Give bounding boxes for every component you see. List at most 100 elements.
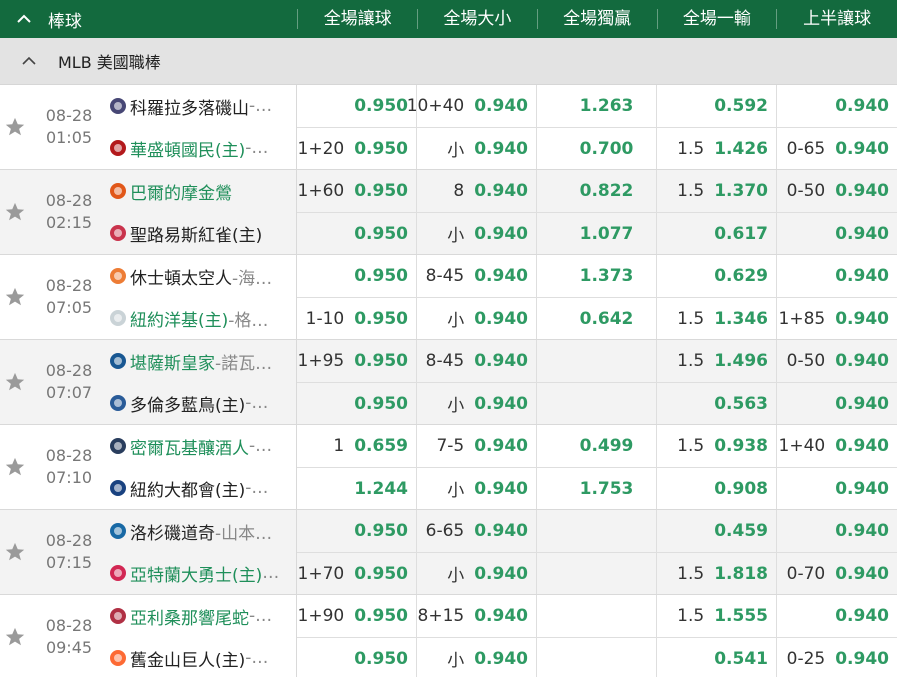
odds-value[interactable]: 0.950 <box>354 181 408 201</box>
odds-cell[interactable]: 0.459 <box>657 510 777 552</box>
odds-cell[interactable]: 8-45 0.940 <box>417 255 537 297</box>
odds-value[interactable]: 0.940 <box>835 181 889 201</box>
odds-value[interactable]: 0.940 <box>474 564 528 584</box>
odds-value[interactable]: 0.940 <box>835 224 889 244</box>
odds-value[interactable]: 0.950 <box>354 564 408 584</box>
odds-cell[interactable]: 1.5 0.938 <box>657 425 777 467</box>
odds-cell[interactable]: 小 0.940 <box>417 553 537 594</box>
favorite-button[interactable] <box>0 340 30 424</box>
odds-value[interactable]: 1.496 <box>714 351 768 371</box>
favorite-button[interactable] <box>0 595 30 677</box>
odds-cell[interactable]: 0.940 <box>777 255 897 297</box>
odds-cell[interactable]: 1.5 1.426 <box>657 128 777 169</box>
odds-cell[interactable]: 1+60 0.950 <box>297 170 417 212</box>
favorite-button[interactable] <box>0 425 30 509</box>
odds-value[interactable]: 0.950 <box>354 266 408 286</box>
odds-cell[interactable]: 0-25 0.940 <box>777 638 897 677</box>
odds-cell[interactable]: 8 0.940 <box>417 170 537 212</box>
odds-value[interactable]: 0.541 <box>714 649 768 669</box>
odds-cell[interactable]: 8+15 0.940 <box>417 595 537 637</box>
odds-cell[interactable]: 1.373 <box>537 255 657 297</box>
odds-cell[interactable]: 1.5 1.818 <box>657 553 777 594</box>
favorite-button[interactable] <box>0 85 30 169</box>
odds-value[interactable]: 0.950 <box>354 224 408 244</box>
odds-cell[interactable]: 1+20 0.950 <box>297 128 417 169</box>
odds-value[interactable]: 0.950 <box>354 351 408 371</box>
collapse-sport-button[interactable] <box>0 14 48 24</box>
odds-cell[interactable]: 小 0.940 <box>417 468 537 509</box>
odds-value[interactable]: 0.659 <box>354 436 408 456</box>
odds-value[interactable]: 0.940 <box>474 436 528 456</box>
odds-cell[interactable]: 0.940 <box>777 85 897 127</box>
odds-value[interactable]: 1.818 <box>714 564 768 584</box>
odds-cell[interactable]: 1+40 0.940 <box>777 425 897 467</box>
odds-value[interactable]: 0.940 <box>835 309 889 329</box>
odds-value[interactable]: 0.950 <box>354 606 408 626</box>
odds-cell[interactable]: 小 0.940 <box>417 128 537 169</box>
odds-cell[interactable]: 1.5 1.496 <box>657 340 777 382</box>
odds-cell[interactable]: 0-65 0.940 <box>777 128 897 169</box>
odds-value[interactable]: 1.244 <box>354 479 408 499</box>
odds-value[interactable]: 0.950 <box>354 309 408 329</box>
odds-cell[interactable]: 0.908 <box>657 468 777 509</box>
odds-value[interactable]: 1.373 <box>580 266 634 286</box>
favorite-button[interactable] <box>0 510 30 594</box>
odds-value[interactable]: 0.938 <box>714 436 768 456</box>
odds-cell[interactable]: 1 0.659 <box>297 425 417 467</box>
odds-value[interactable]: 0.950 <box>354 649 408 669</box>
odds-cell[interactable]: 0.950 <box>297 85 417 127</box>
odds-cell[interactable]: 1.077 <box>537 213 657 254</box>
odds-cell[interactable]: 小 0.940 <box>417 298 537 339</box>
odds-cell[interactable]: 1-10 0.950 <box>297 298 417 339</box>
odds-cell[interactable]: 0.592 <box>657 85 777 127</box>
odds-cell[interactable]: 10+40 0.940 <box>407 85 537 127</box>
favorite-button[interactable] <box>0 170 30 254</box>
odds-value[interactable]: 0.940 <box>835 351 889 371</box>
odds-cell[interactable]: 0.617 <box>657 213 777 254</box>
odds-cell[interactable]: 1+95 0.950 <box>297 340 417 382</box>
odds-cell[interactable]: 0.950 <box>297 510 417 552</box>
odds-cell[interactable]: 0.940 <box>777 510 897 552</box>
odds-value[interactable]: 0.940 <box>474 96 528 116</box>
odds-value[interactable]: 0.629 <box>714 266 768 286</box>
odds-value[interactable]: 0.940 <box>474 181 528 201</box>
odds-cell[interactable]: 0.642 <box>537 298 657 339</box>
odds-cell[interactable]: 8-45 0.940 <box>417 340 537 382</box>
odds-cell[interactable]: 小 0.940 <box>417 383 537 424</box>
odds-cell[interactable]: 0.822 <box>537 170 657 212</box>
odds-cell[interactable]: 6-65 0.940 <box>417 510 537 552</box>
favorite-button[interactable] <box>0 255 30 339</box>
odds-cell[interactable]: 0.940 <box>777 468 897 509</box>
odds-value[interactable]: 0.940 <box>835 266 889 286</box>
odds-value[interactable]: 0.940 <box>474 394 528 414</box>
odds-value[interactable]: 0.940 <box>835 139 889 159</box>
odds-value[interactable]: 0.908 <box>714 479 768 499</box>
odds-value[interactable]: 0.499 <box>580 436 634 456</box>
odds-value[interactable]: 0.459 <box>714 521 768 541</box>
odds-cell[interactable]: 7-5 0.940 <box>417 425 537 467</box>
odds-value[interactable]: 1.555 <box>714 606 768 626</box>
odds-value[interactable]: 0.700 <box>580 139 634 159</box>
odds-cell[interactable]: 0.499 <box>537 425 657 467</box>
odds-value[interactable]: 0.940 <box>835 436 889 456</box>
odds-cell[interactable]: 0.950 <box>297 383 417 424</box>
odds-value[interactable]: 0.940 <box>474 139 528 159</box>
odds-cell[interactable]: 0.700 <box>537 128 657 169</box>
odds-cell[interactable]: 1.753 <box>537 468 657 509</box>
odds-value[interactable]: 0.940 <box>835 394 889 414</box>
odds-value[interactable]: 0.940 <box>474 479 528 499</box>
odds-cell[interactable]: 0.950 <box>297 638 417 677</box>
odds-cell[interactable]: 0-50 0.940 <box>777 170 897 212</box>
odds-cell[interactable]: 0.940 <box>777 213 897 254</box>
odds-value[interactable]: 0.940 <box>474 309 528 329</box>
odds-value[interactable]: 1.346 <box>714 309 768 329</box>
odds-value[interactable]: 0.617 <box>714 224 768 244</box>
odds-value[interactable]: 0.642 <box>580 309 634 329</box>
odds-value[interactable]: 0.950 <box>354 139 408 159</box>
odds-value[interactable]: 0.940 <box>835 649 889 669</box>
odds-value[interactable]: 0.592 <box>714 96 768 116</box>
odds-cell[interactable]: 1+70 0.950 <box>297 553 417 594</box>
odds-value[interactable]: 0.563 <box>714 394 768 414</box>
odds-value[interactable]: 0.940 <box>474 606 528 626</box>
odds-cell[interactable]: 0.950 <box>297 213 417 254</box>
